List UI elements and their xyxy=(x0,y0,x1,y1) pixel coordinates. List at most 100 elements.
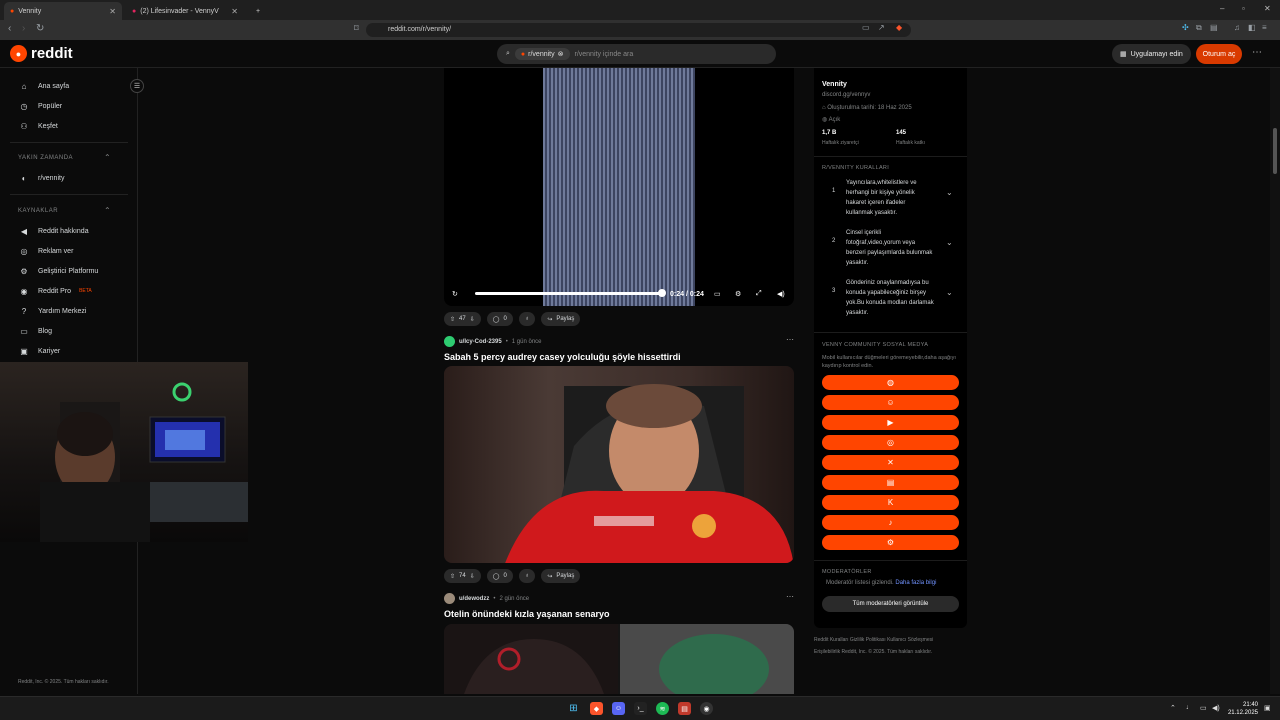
url-field[interactable]: reddit.com/r/vennity/ xyxy=(366,23,911,37)
discord-app-icon[interactable]: ☺ xyxy=(612,702,625,715)
sidebar-item-about[interactable]: ◀ Reddit hakkında xyxy=(18,224,89,238)
terminal-icon[interactable]: ›_ xyxy=(634,702,647,715)
brave-browser-icon[interactable]: ◆ xyxy=(590,702,603,715)
search-community-chip[interactable]: ● r/vennity ⊗ xyxy=(514,48,570,60)
browser-menu-icon[interactable]: ≡ xyxy=(1262,23,1267,32)
sidebar-item-advertise[interactable]: ◎ Reklam ver xyxy=(18,244,74,258)
footer-link[interactable]: Kullanıcı Sözleşmesi xyxy=(887,637,933,643)
youtube-button[interactable]: ▶ xyxy=(822,415,959,430)
bookmark-icon[interactable]: ⌑ xyxy=(354,23,359,34)
rule-item[interactable]: 2 Cinsel içerikli fotoğraf,video,yorum ve… xyxy=(822,228,960,272)
scrollbar-thumb[interactable] xyxy=(1273,128,1277,174)
spotify-icon[interactable]: ≋ xyxy=(656,702,669,715)
media-icon[interactable]: ♫ xyxy=(1234,23,1240,32)
upvote-icon[interactable]: ⇧ xyxy=(450,573,455,580)
sidebar-item-developer[interactable]: ⚙ Geliştirici Platformu xyxy=(18,264,98,278)
back-icon[interactable]: ‹ xyxy=(8,23,11,34)
tab-lifesinvader[interactable]: ● (2) Lifesinvader - VennyV ✕ xyxy=(126,2,244,20)
forward-icon[interactable]: › xyxy=(22,23,25,34)
sidebar-item-explore[interactable]: ⚇ Keşfet xyxy=(18,119,57,133)
comments-button[interactable]: ◯ 0 xyxy=(486,312,513,326)
reddit-logo[interactable]: ● reddit xyxy=(10,45,73,62)
sidebar-item-pro[interactable]: ◉ Reddit Pro BETA xyxy=(18,284,92,298)
extension-icon[interactable]: ✣ xyxy=(1182,23,1189,32)
sidebar-item-vennity[interactable]: ◐ r/vennity xyxy=(18,171,65,185)
chevron-down-icon[interactable]: ⌄ xyxy=(946,238,953,247)
vote-button[interactable]: ⇧ 74 ⇩ xyxy=(444,569,481,583)
replay-icon[interactable]: ↻ xyxy=(452,290,458,298)
brave-shield-icon[interactable]: ◆ xyxy=(896,23,902,32)
post-options-icon[interactable]: ⋯ xyxy=(786,592,794,601)
page-scrollbar[interactable] xyxy=(1270,68,1280,694)
network-icon[interactable]: ▭ xyxy=(1200,704,1207,712)
volume-icon[interactable]: ◀) xyxy=(777,290,785,298)
comments-button[interactable]: ◯ 0 xyxy=(486,569,513,583)
post-image[interactable] xyxy=(444,366,794,563)
tray-overflow-icon[interactable]: ⌃ xyxy=(1170,704,1176,712)
fullscreen-icon[interactable]: ⤢ xyxy=(756,290,762,298)
video-player[interactable]: ↻ 0:24 / 0:24 ▭ ⚙ ⤢ ◀) xyxy=(444,68,794,306)
more-info-link[interactable]: Daha fazla bilgi xyxy=(895,580,936,586)
avatar[interactable] xyxy=(444,336,455,347)
vote-button[interactable]: ⇧ 47 ⇩ xyxy=(444,312,481,326)
tab-vennity[interactable]: ● Vennity ✕ xyxy=(4,2,122,20)
chip-clear-icon[interactable]: ⊗ xyxy=(558,50,564,58)
maximize-icon[interactable]: ▫ xyxy=(1242,4,1245,13)
new-tab-icon[interactable]: + xyxy=(250,2,266,20)
footer-link[interactable]: Gizlilik Politikası xyxy=(850,637,886,643)
post-options-icon[interactable]: ⋯ xyxy=(786,335,794,344)
collapse-sidebar-icon[interactable]: ☰ xyxy=(130,79,144,93)
screenshot-icon[interactable]: ▭ xyxy=(862,23,870,32)
extensions-icon[interactable]: ⧉ xyxy=(1196,23,1202,33)
website-button[interactable]: ◍ xyxy=(822,375,959,390)
more-options-icon[interactable]: ⋯ xyxy=(1252,47,1262,58)
discord-button[interactable]: ☺ xyxy=(822,395,959,410)
post-author[interactable]: u/Icy-Cod-2395 xyxy=(459,339,502,345)
post-image[interactable] xyxy=(444,624,794,694)
notification-icon[interactable]: ▣ xyxy=(1264,704,1271,712)
downvote-icon[interactable]: ⇩ xyxy=(470,316,475,323)
sidebar-item-careers[interactable]: ▣ Kariyer xyxy=(18,344,60,358)
post-author[interactable]: u/dewodzz xyxy=(459,596,489,602)
taskbar-clock[interactable]: 21:40 21.12.2025 xyxy=(1224,701,1258,717)
share-icon[interactable]: ↗ xyxy=(878,23,885,32)
upvote-icon[interactable]: ⇧ xyxy=(450,316,455,323)
post-title[interactable]: Sabah 5 percy audrey casey yolculuğu şöy… xyxy=(444,352,681,362)
footer-link[interactable]: Reddit Kuralları xyxy=(814,637,848,643)
footer-link[interactable]: Erişilebilirlik xyxy=(814,649,840,655)
microphone-icon[interactable]: ♩ xyxy=(1186,704,1193,711)
instagram-button[interactable]: ◎ xyxy=(822,435,959,450)
login-button[interactable]: Oturum aç xyxy=(1196,44,1242,64)
sidebar-toggle-icon[interactable]: ◧ xyxy=(1248,23,1256,32)
captions-icon[interactable]: ▭ xyxy=(714,290,721,298)
windows-start-icon[interactable]: ⊞ xyxy=(567,702,580,715)
share-button[interactable]: ↪ Paylaş xyxy=(541,312,581,326)
progress-handle[interactable] xyxy=(658,289,666,297)
sidebar-item-home[interactable]: ⌂ Ana sayfa xyxy=(18,79,70,93)
rule-item[interactable]: 3 Gönderiniz onaylanmadıysa bu konuda yap… xyxy=(822,278,960,322)
rule-item[interactable]: 1 Yayıncılara,whitelistlere ve herhangi b… xyxy=(822,178,960,222)
chevron-up-icon[interactable]: ⌃ xyxy=(104,206,111,215)
close-window-icon[interactable]: ✕ xyxy=(1264,4,1271,13)
settings-icon[interactable]: ⚙ xyxy=(735,290,741,298)
award-button[interactable]: ♁ xyxy=(518,312,536,326)
avatar[interactable] xyxy=(444,593,455,604)
app-icon[interactable]: ▤ xyxy=(678,702,691,715)
chevron-down-icon[interactable]: ⌄ xyxy=(946,288,953,297)
award-button[interactable]: ♁ xyxy=(518,569,536,583)
minimize-icon[interactable]: – xyxy=(1220,4,1224,13)
reload-icon[interactable]: ↻ xyxy=(36,23,44,34)
sidebar-item-popular[interactable]: ◷ Popüler xyxy=(18,99,63,113)
chevron-down-icon[interactable]: ⌄ xyxy=(946,188,953,197)
twitch-button[interactable]: ▤ xyxy=(822,475,959,490)
sidebar-item-help[interactable]: ? Yardım Merkezi xyxy=(18,304,87,318)
share-button[interactable]: ↪ Paylaş xyxy=(541,569,581,583)
sidebar-item-blog[interactable]: ▭ Blog xyxy=(18,324,52,338)
video-progress-bar[interactable] xyxy=(475,292,662,295)
view-moderators-button[interactable]: Tüm moderatörleri görüntüle xyxy=(822,596,959,612)
kick-button[interactable]: K xyxy=(822,495,959,510)
search-bar[interactable]: ⌕ ● r/vennity ⊗ r/vennity içinde ara xyxy=(497,44,776,64)
post-title[interactable]: Otelin önündeki kızla yaşanan senaryo xyxy=(444,609,610,619)
downvote-icon[interactable]: ⇩ xyxy=(470,573,475,580)
chevron-up-icon[interactable]: ⌃ xyxy=(104,153,111,162)
